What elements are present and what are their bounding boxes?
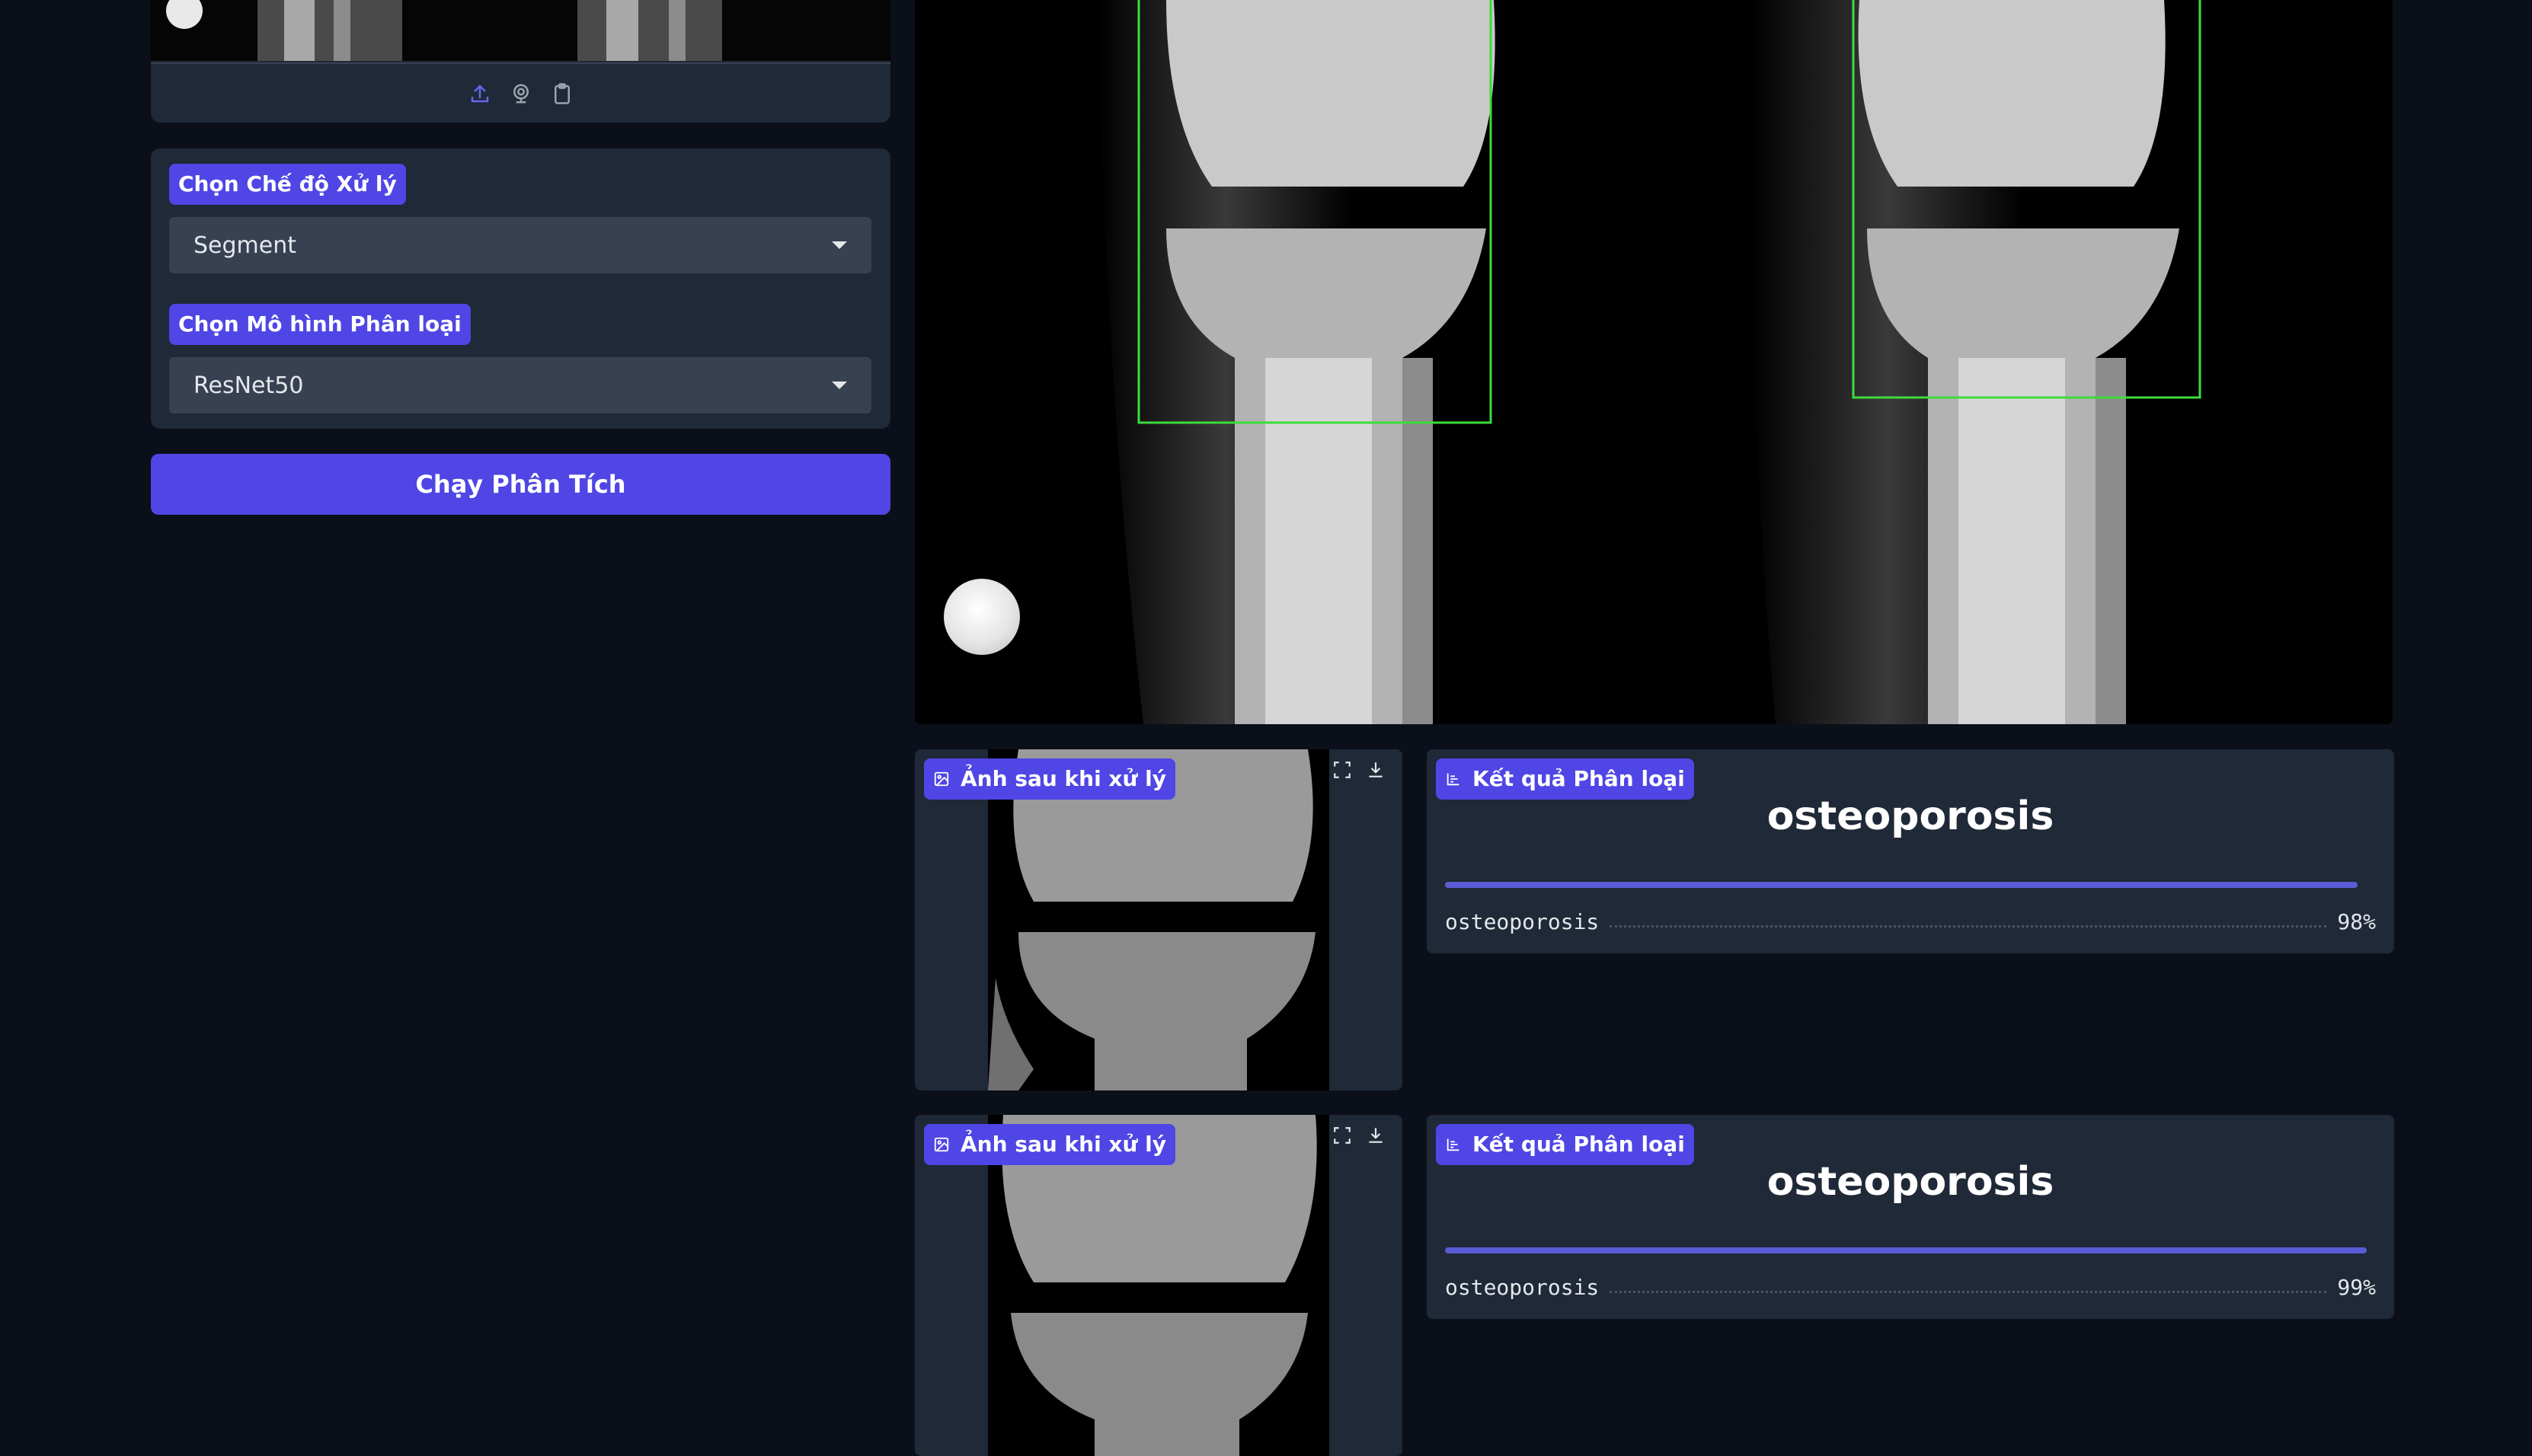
mode-label: Chọn Chế độ Xử lý xyxy=(169,164,406,205)
processed-image-label: Ảnh sau khi xử lý xyxy=(924,758,1176,800)
model-select-value: ResNet50 xyxy=(193,372,304,399)
knee-xray-image xyxy=(915,0,2393,724)
fullscreen-icon[interactable] xyxy=(1331,758,1354,781)
processed-image xyxy=(988,1115,1329,1456)
image-controls xyxy=(1331,758,1387,781)
chevron-down-icon xyxy=(832,241,847,249)
bar-chart-icon xyxy=(1447,773,1459,786)
image-icon xyxy=(934,1137,949,1152)
image-upload-panel[interactable] xyxy=(151,0,890,123)
clipboard-icon[interactable] xyxy=(550,81,574,106)
download-icon[interactable] xyxy=(1364,758,1387,781)
confidence-value: 99% xyxy=(2337,1275,2376,1300)
detection-image xyxy=(915,0,2393,724)
confidence-value: 98% xyxy=(2337,909,2376,934)
fullscreen-icon[interactable] xyxy=(1331,1124,1354,1147)
processed-image-card: Ảnh sau khi xử lý xyxy=(915,749,1402,1090)
mode-select-value: Segment xyxy=(193,231,296,259)
processed-image-label: Ảnh sau khi xử lý xyxy=(924,1124,1176,1165)
leader-dots xyxy=(1610,925,2327,928)
processed-image-label-text: Ảnh sau khi xử lý xyxy=(961,1132,1167,1157)
processed-image-card: Ảnh sau khi xử lý xyxy=(915,1115,1402,1456)
image-controls xyxy=(1331,1124,1387,1147)
prediction-label: osteoporosis xyxy=(1766,1159,2054,1205)
confidence-bar xyxy=(1445,1247,2367,1253)
settings-panel: Chọn Chế độ Xử lý Segment Chọn Mô hình P… xyxy=(151,148,890,429)
classification-result-card: Kết quả Phân loại osteoporosis osteoporo… xyxy=(1427,1115,2394,1319)
model-select[interactable]: ResNet50 xyxy=(169,357,871,413)
chevron-down-icon xyxy=(832,382,847,389)
processed-image-label-text: Ảnh sau khi xử lý xyxy=(961,766,1167,791)
upload-toolbar xyxy=(151,62,890,123)
webcam-icon[interactable] xyxy=(509,81,533,106)
classification-result-card: Kết quả Phân loại osteoporosis osteoporo… xyxy=(1427,749,2394,953)
download-icon[interactable] xyxy=(1364,1124,1387,1147)
class-name: osteoporosis xyxy=(1445,1275,1600,1300)
xray-thumbnail xyxy=(151,0,890,61)
uploaded-image-preview xyxy=(151,0,890,61)
bar-chart-icon xyxy=(1447,1138,1459,1151)
confidence-row: osteoporosis 99% xyxy=(1445,1275,2376,1300)
image-icon xyxy=(934,771,949,787)
upload-icon[interactable] xyxy=(468,81,492,106)
confidence-row: osteoporosis 98% xyxy=(1445,909,2376,934)
prediction-label: osteoporosis xyxy=(1766,793,2054,839)
run-analysis-button[interactable]: Chạy Phân Tích xyxy=(151,454,890,515)
processed-image xyxy=(988,749,1329,1090)
class-name: osteoporosis xyxy=(1445,909,1600,934)
zoom-lens-icon[interactable] xyxy=(944,579,1020,655)
confidence-bar xyxy=(1445,882,2358,888)
leader-dots xyxy=(1610,1291,2327,1293)
model-label: Chọn Mô hình Phân loại xyxy=(169,304,471,345)
mode-select[interactable]: Segment xyxy=(169,217,871,273)
